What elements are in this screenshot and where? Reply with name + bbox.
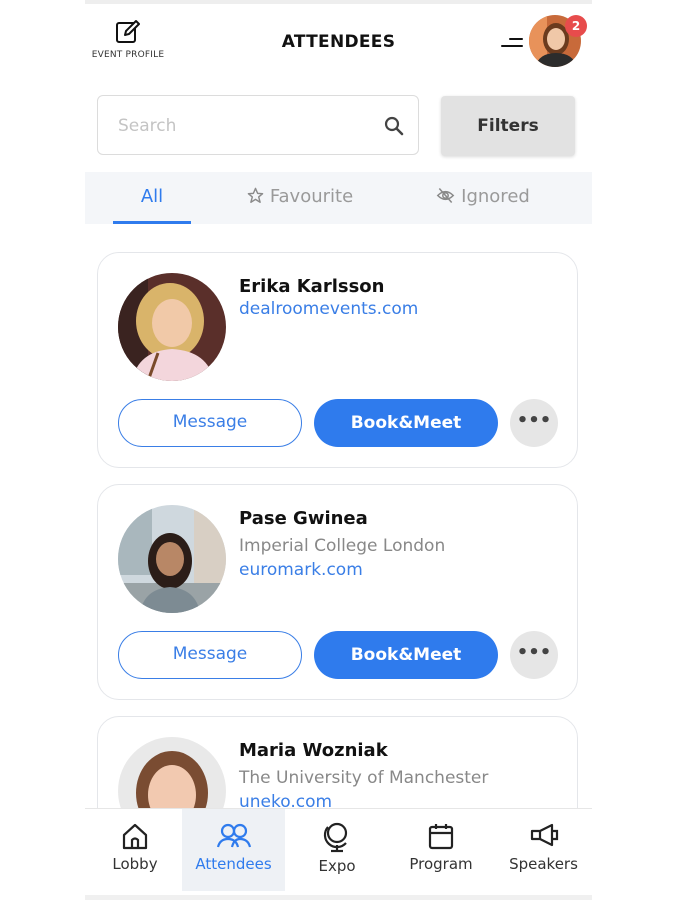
nav-label: Program: [409, 855, 473, 873]
attendee-photo: [118, 505, 226, 613]
notification-badge: 2: [565, 15, 587, 37]
book-meet-button[interactable]: Book&Meet: [314, 399, 498, 447]
star-icon: [247, 187, 264, 203]
tab-label: Favourite: [269, 186, 354, 207]
book-meet-button[interactable]: Book&Meet: [314, 631, 498, 679]
attendee-organization: The University of Manchester: [239, 768, 489, 788]
nav-bottom-edge: [85, 895, 592, 900]
attendees-screen: EVENT PROFILE ATTENDEES 2 Filters All: [85, 0, 592, 900]
attendee-name: Erika Karlsson: [239, 276, 385, 297]
attendee-card: Pase Gwinea Imperial College London euro…: [97, 484, 578, 700]
attendee-card: Erika Karlsson dealroomevents.com Messag…: [97, 252, 578, 468]
megaphone-icon: [530, 823, 558, 847]
globe-icon: [323, 822, 348, 853]
tab-label: Ignored: [461, 186, 530, 207]
search-input[interactable]: [116, 96, 370, 156]
tab-favourite[interactable]: Favourite: [235, 172, 365, 224]
attendee-name: Maria Wozniak: [239, 740, 388, 761]
top-divider: [85, 0, 592, 4]
nav-label: Expo: [318, 857, 356, 875]
nav-lobby[interactable]: Lobby: [85, 809, 185, 891]
attendee-name: Pase Gwinea: [239, 508, 368, 529]
nav-label: Speakers: [509, 855, 578, 873]
attendee-website[interactable]: euromark.com: [239, 560, 363, 580]
tab-ignored[interactable]: Ignored: [428, 172, 538, 224]
attendee-website[interactable]: dealroomevents.com: [239, 299, 418, 319]
nav-program[interactable]: Program: [391, 809, 491, 891]
nav-attendees[interactable]: Attendees: [182, 809, 285, 891]
user-avatar[interactable]: 2: [529, 15, 587, 69]
tab-all[interactable]: All: [113, 172, 191, 224]
attendee-photo: [118, 273, 226, 381]
eye-slash-icon: [436, 188, 455, 203]
more-options-button[interactable]: •••: [510, 631, 558, 679]
nav-expo[interactable]: Expo: [287, 809, 387, 891]
calendar-icon: [428, 824, 454, 850]
tab-bar: All Favourite Ignored: [85, 172, 592, 224]
tab-label: All: [140, 186, 164, 207]
search-box: [97, 95, 419, 156]
nav-label: Attendees: [195, 855, 272, 873]
nav-label: Lobby: [112, 855, 158, 873]
edit-icon: [116, 20, 140, 43]
people-icon: [216, 823, 251, 848]
attendee-organization: Imperial College London: [239, 536, 446, 556]
menu-icon[interactable]: [499, 36, 523, 50]
bottom-nav: Lobby Attendees Expo Program Speakers: [85, 808, 592, 900]
event-profile-label: EVENT PROFILE: [91, 50, 165, 60]
message-button[interactable]: Message: [118, 399, 302, 447]
more-options-button[interactable]: •••: [510, 399, 558, 447]
search-icon[interactable]: [384, 116, 404, 136]
home-icon: [122, 823, 148, 850]
filters-button[interactable]: Filters: [441, 96, 575, 156]
nav-speakers[interactable]: Speakers: [495, 809, 592, 891]
message-button[interactable]: Message: [118, 631, 302, 679]
event-profile-button[interactable]: EVENT PROFILE: [85, 18, 171, 60]
